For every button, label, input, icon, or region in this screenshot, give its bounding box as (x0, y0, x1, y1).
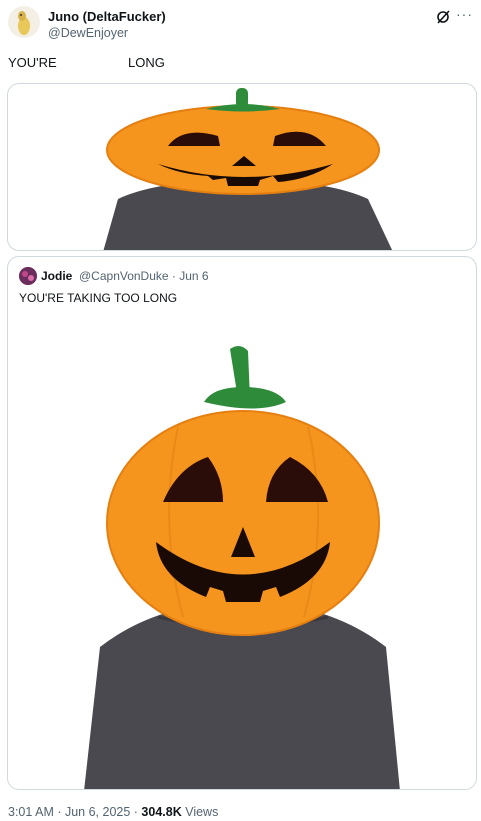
quoted-post-text: YOU'RE TAKING TOO LONG (19, 291, 178, 305)
quoted-post[interactable]: Jodie @CapnVonDuke · Jun 6 YOU'RE TAKING… (7, 256, 477, 790)
post-header: Juno (DeltaFucker) @DewEnjoyer ··· (8, 6, 473, 42)
quoted-author-name[interactable]: Jodie (41, 269, 72, 283)
author-name[interactable]: Juno (DeltaFucker) (48, 9, 166, 24)
post-text-part-1: YOU'RE (8, 55, 57, 70)
views-count: 304.8K (141, 805, 182, 819)
author-avatar[interactable] (8, 6, 40, 38)
post-footer: 3:01 AM · Jun 6, 2025 · 304.8K Views (8, 805, 218, 819)
views-label: Views (181, 805, 219, 819)
quoted-author-meta[interactable]: @CapnVonDuke · Jun 6 (79, 269, 209, 283)
quoted-author-avatar[interactable] (19, 267, 37, 285)
author-handle[interactable]: @DewEnjoyer (48, 26, 128, 40)
grok-icon[interactable] (435, 9, 451, 25)
post-text-part-2: LONG (128, 55, 165, 70)
quoted-post-media-image[interactable] (8, 317, 476, 789)
post-timestamp[interactable]: 3:01 AM · Jun 6, 2025 · (8, 805, 141, 819)
more-icon[interactable]: ··· (456, 6, 473, 22)
post-media-image[interactable] (7, 83, 477, 251)
